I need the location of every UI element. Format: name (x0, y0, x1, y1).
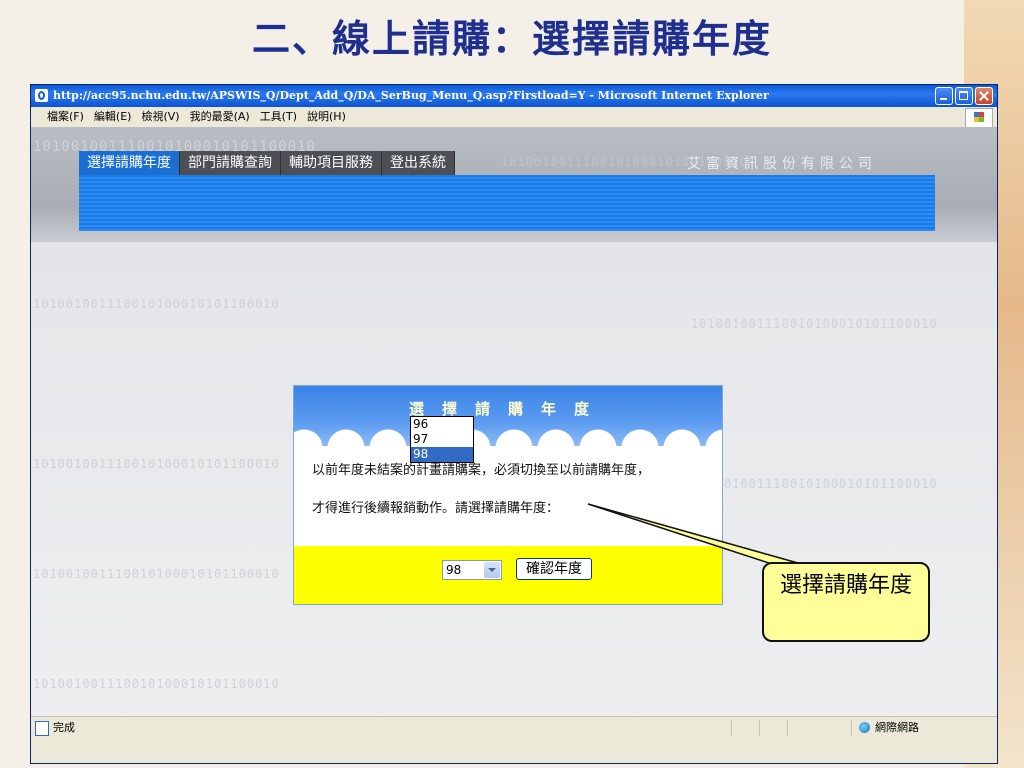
callout-text: 選擇請購年度 (779, 573, 912, 598)
callout-pointer (587, 503, 806, 566)
callout-box: 選擇請購年度 (762, 562, 930, 642)
